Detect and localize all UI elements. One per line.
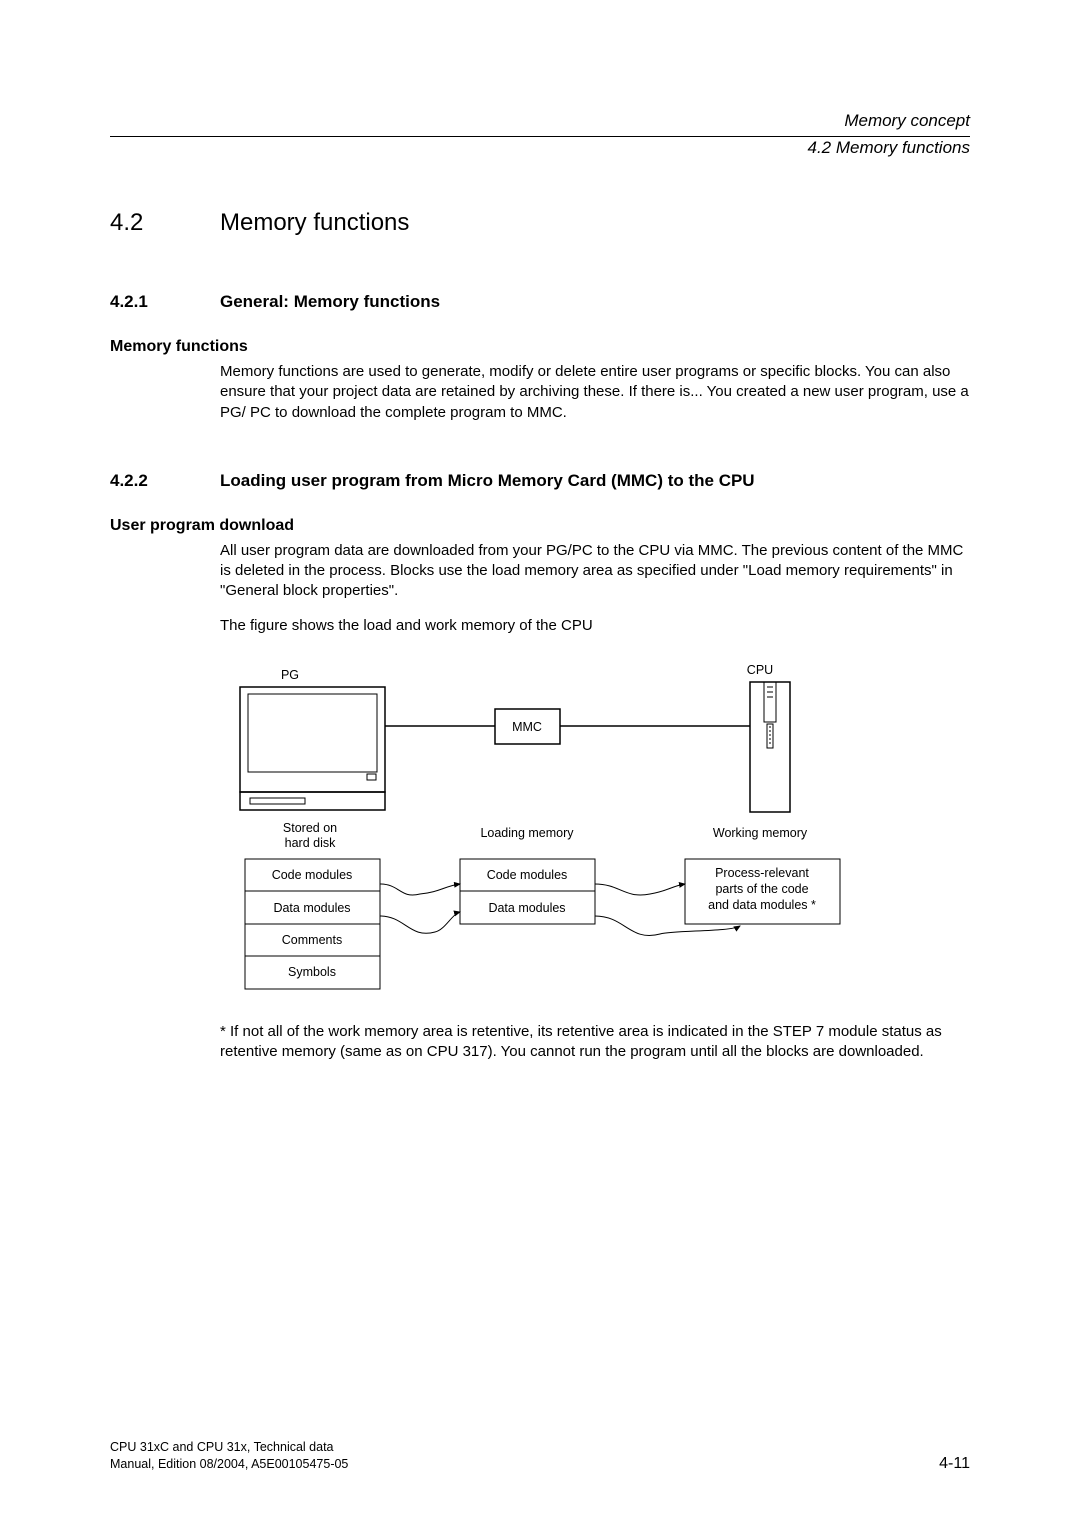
svg-text:Code modules: Code modules bbox=[487, 868, 568, 882]
pg-monitor-icon bbox=[240, 687, 385, 810]
svg-text:Data modules: Data modules bbox=[273, 901, 350, 915]
mmc-box: MMC bbox=[495, 709, 560, 744]
arrow-code-left-mid bbox=[380, 884, 460, 895]
body-text-421: Memory functions are used to generate, m… bbox=[220, 362, 970, 423]
svg-text:Symbols: Symbols bbox=[288, 965, 336, 979]
working-memory-box: Process-relevant parts of the code and d… bbox=[685, 859, 840, 924]
cpu-label: CPU bbox=[747, 663, 773, 677]
loading-memory-stack: Code modules Data modules bbox=[460, 859, 595, 924]
section-title: Memory functions bbox=[220, 209, 409, 237]
paragraph-title-memory-functions: Memory functions bbox=[110, 338, 970, 356]
header-section: 4.2 Memory functions bbox=[110, 137, 970, 159]
subsection-title: General: Memory functions bbox=[220, 292, 440, 312]
footnote-text: * If not all of the work memory area is … bbox=[220, 1022, 970, 1063]
svg-text:and data modules *: and data modules * bbox=[708, 898, 816, 912]
working-label: Working memory bbox=[713, 826, 808, 840]
svg-text:Data modules: Data modules bbox=[488, 901, 565, 915]
svg-text:Process-relevant: Process-relevant bbox=[715, 866, 809, 880]
footer-line1: CPU 31xC and CPU 31x, Technical data bbox=[110, 1439, 348, 1456]
section-4-2-1: 4.2.1 General: Memory functions bbox=[110, 292, 970, 312]
arrow-data-mid-right bbox=[595, 916, 740, 936]
header-chapter: Memory concept bbox=[110, 110, 970, 132]
hard-disk-stack: Code modules Data modules Comments Symbo… bbox=[245, 859, 380, 989]
body-text-422a: All user program data are downloaded fro… bbox=[220, 541, 970, 602]
page-footer: CPU 31xC and CPU 31x, Technical data Man… bbox=[110, 1439, 970, 1473]
subsection-number: 4.2.1 bbox=[110, 292, 180, 312]
page-header: Memory concept 4.2 Memory functions bbox=[110, 110, 970, 159]
svg-text:parts of the code: parts of the code bbox=[715, 882, 808, 896]
stored-line2: hard disk bbox=[285, 836, 336, 850]
svg-text:Code modules: Code modules bbox=[272, 868, 353, 882]
svg-text:MMC: MMC bbox=[512, 720, 542, 734]
page-number: 4-11 bbox=[939, 1455, 970, 1473]
arrow-code-mid-right bbox=[595, 884, 685, 895]
svg-text:Comments: Comments bbox=[282, 933, 342, 947]
subsection-title: Loading user program from Micro Memory C… bbox=[220, 471, 755, 491]
footer-line2: Manual, Edition 08/2004, A5E00105475-05 bbox=[110, 1456, 348, 1473]
subsection-number: 4.2.2 bbox=[110, 471, 180, 491]
arrow-data-left-mid bbox=[380, 912, 460, 933]
section-4-2-2: 4.2.2 Loading user program from Micro Me… bbox=[110, 471, 970, 491]
loading-label: Loading memory bbox=[480, 826, 574, 840]
stored-line1: Stored on bbox=[283, 821, 337, 835]
cpu-device-icon bbox=[750, 682, 790, 812]
section-number: 4.2 bbox=[110, 209, 180, 237]
memory-diagram: PG CPU bbox=[220, 654, 970, 1014]
paragraph-title-user-download: User program download bbox=[110, 517, 970, 535]
pg-label: PG bbox=[281, 668, 299, 682]
body-text-422b: The figure shows the load and work memor… bbox=[220, 616, 970, 636]
section-4-2: 4.2 Memory functions bbox=[110, 209, 970, 237]
